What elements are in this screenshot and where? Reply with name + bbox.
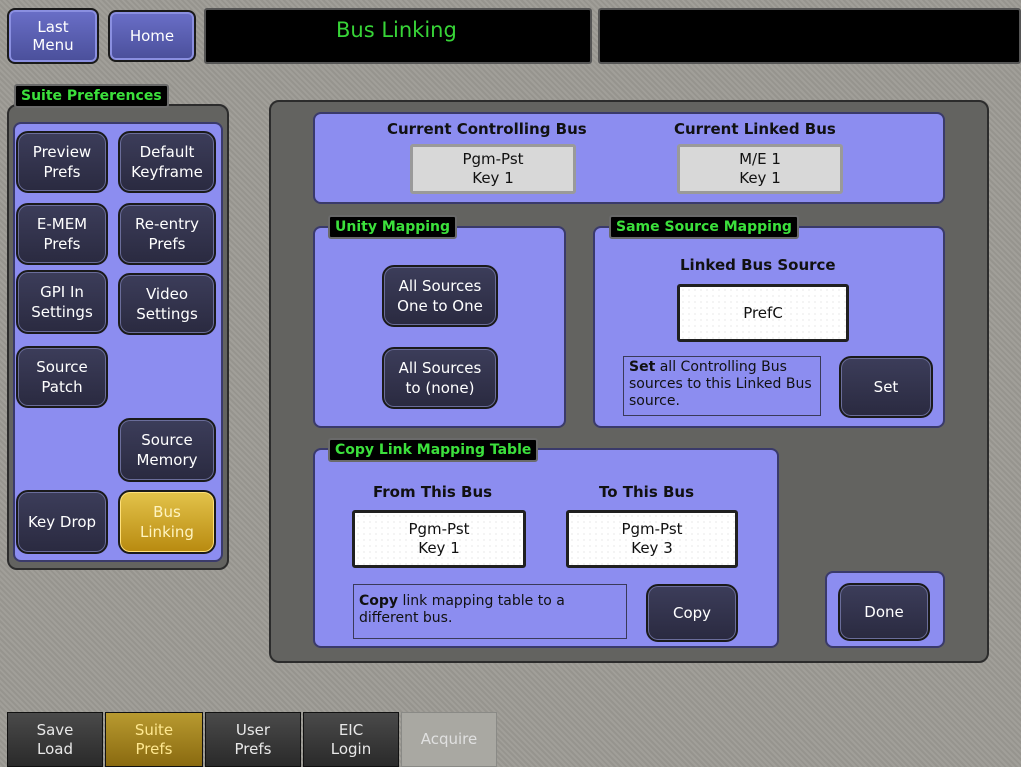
same-source-note-text: all Controlling Bus sources to this Link… [629,359,812,409]
source-memory-button[interactable]: Source Memory [118,418,216,482]
last-menu-label: Last Menu [32,18,74,54]
default-keyframe-button[interactable]: Default Keyframe [118,131,216,193]
all-sources-to-none-button[interactable]: All Sources to (none) [382,347,498,409]
bus-linking-label: Bus Linking [140,503,194,541]
to-this-bus-field[interactable]: Pgm-Pst Key 3 [566,510,738,568]
all-sources-one-to-one-label: All Sources One to One [397,277,483,315]
all-sources-one-to-one-button[interactable]: All Sources One to One [382,265,498,327]
from-this-bus-label: From This Bus [373,483,493,501]
gpi-in-settings-button[interactable]: GPI In Settings [16,270,108,334]
video-settings-label: Video Settings [136,285,198,323]
key-drop-label: Key Drop [27,513,97,531]
done-button[interactable]: Done [838,583,930,641]
copy-button[interactable]: Copy [646,584,738,642]
set-button[interactable]: Set [839,356,933,418]
all-sources-to-none-label: All Sources to (none) [398,359,482,397]
tab-acquire-label: Acquire [420,730,478,748]
video-settings-button[interactable]: Video Settings [118,273,216,335]
title-display: Bus Linking [204,8,592,64]
set-label: Set [873,378,899,396]
same-source-note: Set all Controlling Bus sources to this … [623,356,821,416]
home-button[interactable]: Home [108,10,196,62]
linked-bus-source-field[interactable]: PrefC [677,284,849,342]
tab-eic-login-label: EIC Login [330,720,372,758]
source-patch-button[interactable]: Source Patch [16,346,108,408]
preview-prefs-label: Preview Prefs [32,143,92,181]
same-source-mapping-title: Same Source Mapping [609,215,799,239]
tab-save-load[interactable]: Save Load [7,712,103,767]
key-drop-button[interactable]: Key Drop [16,490,108,554]
linked-bus-source-value: PrefC [743,303,783,322]
source-memory-label: Source Memory [136,431,198,469]
current-linked-bus-value: M/E 1 Key 1 [677,144,843,194]
sidebar-group-title: Suite Preferences [14,84,169,108]
current-controlling-bus-text: Pgm-Pst Key 1 [462,150,524,187]
to-this-bus-value: Pgm-Pst Key 3 [621,520,683,557]
tab-user-prefs[interactable]: User Prefs [205,712,301,767]
home-label: Home [129,27,175,45]
current-linked-bus-text: M/E 1 Key 1 [739,150,781,187]
tab-suite-prefs[interactable]: Suite Prefs [105,712,203,767]
current-controlling-bus-value: Pgm-Pst Key 1 [410,144,576,194]
current-controlling-bus-label: Current Controlling Bus [387,120,587,138]
gpi-in-settings-label: GPI In Settings [31,283,93,321]
emem-prefs-button[interactable]: E-MEM Prefs [16,203,108,265]
source-patch-label: Source Patch [36,358,88,396]
tab-user-prefs-label: User Prefs [234,720,272,758]
status-display [598,8,1021,64]
unity-mapping-title: Unity Mapping [328,215,458,239]
emem-prefs-label: E-MEM Prefs [36,215,88,253]
bus-linking-button[interactable]: Bus Linking [118,490,216,554]
reentry-prefs-button[interactable]: Re-entry Prefs [118,203,216,265]
copy-label: Copy [672,604,712,622]
same-source-note-bold: Set [629,359,656,375]
copy-note: Copy link mapping table to a different b… [353,584,627,639]
done-label: Done [864,603,904,621]
reentry-prefs-label: Re-entry Prefs [134,215,200,253]
current-linked-bus-label: Current Linked Bus [674,120,836,138]
to-this-bus-label: To This Bus [599,483,695,501]
from-this-bus-value: Pgm-Pst Key 1 [408,520,470,557]
page-title: Bus Linking [336,18,457,42]
default-keyframe-label: Default Keyframe [131,143,203,181]
linked-bus-source-label: Linked Bus Source [680,256,836,274]
last-menu-button[interactable]: Last Menu [7,8,99,64]
from-this-bus-field[interactable]: Pgm-Pst Key 1 [352,510,526,568]
copy-note-bold: Copy [359,593,399,609]
tab-acquire: Acquire [401,712,497,767]
tab-eic-login[interactable]: EIC Login [303,712,399,767]
tab-suite-prefs-label: Suite Prefs [134,720,174,758]
preview-prefs-button[interactable]: Preview Prefs [16,131,108,193]
copy-link-mapping-title: Copy Link Mapping Table [328,438,539,462]
tab-save-load-label: Save Load [36,720,74,758]
